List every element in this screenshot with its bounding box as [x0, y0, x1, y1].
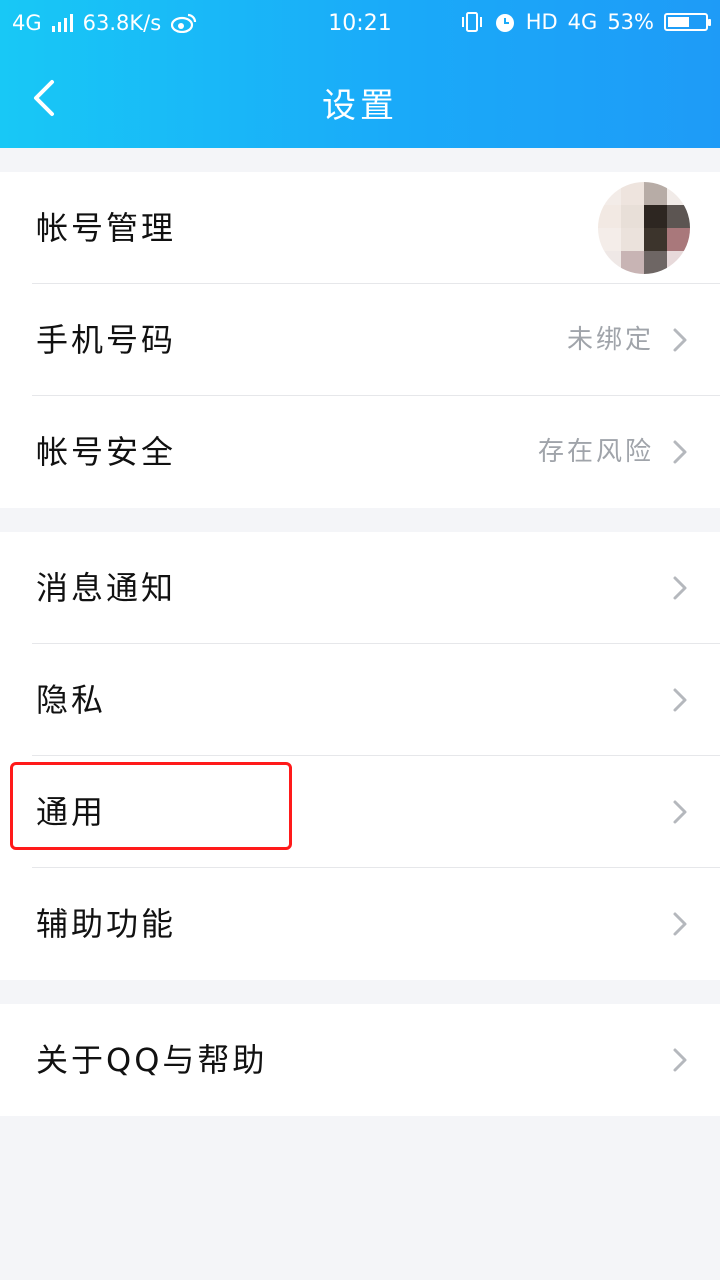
- chevron-right-icon: [673, 440, 687, 464]
- status-bar: 4G 63.8K/s 10:21 HD 4G 53%: [0, 0, 720, 48]
- hd-indicator: HD: [525, 10, 558, 34]
- chevron-right-icon: [673, 1048, 687, 1072]
- phone-number-label: 手机号码: [36, 321, 177, 359]
- phone-number-row[interactable]: 手机号码 未绑定: [0, 284, 720, 396]
- chevron-right-icon: [673, 576, 687, 600]
- privacy-row[interactable]: 隐私: [0, 644, 720, 756]
- phone-number-value: 未绑定: [566, 325, 654, 355]
- accessibility-row[interactable]: 辅助功能: [0, 868, 720, 980]
- preferences-group: 消息通知 隐私 通用 辅助功能: [0, 532, 720, 980]
- alarm-icon: [495, 14, 514, 32]
- about-group: 关于QQ与帮助: [0, 1004, 720, 1116]
- nav-bar: 设置: [0, 48, 720, 148]
- chevron-right-icon: [673, 328, 687, 352]
- chevron-right-icon: [673, 912, 687, 936]
- battery-percent: 53%: [607, 10, 654, 34]
- network-type-2: 4G: [567, 10, 598, 34]
- general-label: 通用: [36, 793, 107, 831]
- account-group: 帐号管理 手机号码 未绑定 帐号安全 存在风险: [0, 172, 720, 508]
- vibrate-icon: [461, 12, 482, 32]
- general-row[interactable]: 通用: [0, 756, 720, 868]
- account-management-row[interactable]: 帐号管理: [0, 172, 720, 284]
- about-help-label: 关于QQ与帮助: [36, 1041, 268, 1079]
- account-management-label: 帐号管理: [36, 209, 177, 247]
- notifications-row[interactable]: 消息通知: [0, 532, 720, 644]
- privacy-label: 隐私: [36, 681, 107, 719]
- battery-icon: [664, 13, 711, 31]
- chevron-right-icon: [673, 688, 687, 712]
- account-security-row[interactable]: 帐号安全 存在风险: [0, 396, 720, 508]
- about-help-row[interactable]: 关于QQ与帮助: [0, 1004, 720, 1116]
- chevron-right-icon: [673, 800, 687, 824]
- account-security-value: 存在风险: [537, 437, 654, 467]
- page-title: 设置: [322, 86, 398, 126]
- avatar: [598, 182, 690, 274]
- notifications-label: 消息通知: [36, 569, 177, 607]
- accessibility-label: 辅助功能: [36, 905, 177, 943]
- account-security-label: 帐号安全: [36, 433, 177, 471]
- top-bar: 4G 63.8K/s 10:21 HD 4G 53% 设置: [0, 0, 720, 148]
